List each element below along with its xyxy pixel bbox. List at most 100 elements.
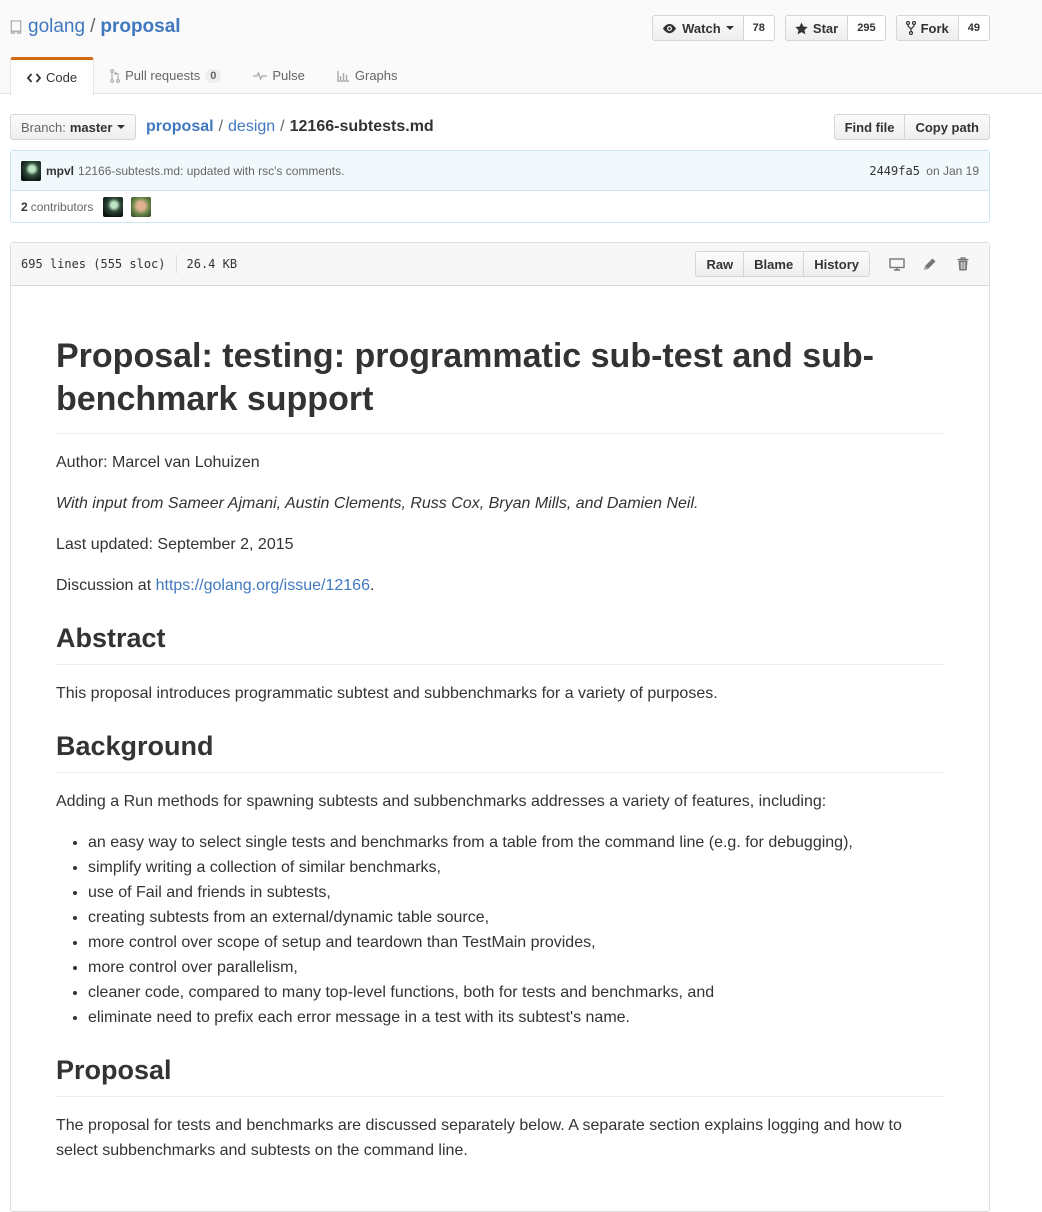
- contributor-avatars: [103, 196, 156, 217]
- star-label: Star: [812, 20, 839, 36]
- doc-title: Proposal: testing: programmatic sub-test…: [56, 335, 944, 434]
- abstract-text: This proposal introduces programmatic su…: [56, 685, 718, 702]
- star-button[interactable]: Star: [784, 15, 849, 41]
- list-item: simplify writing a collection of similar…: [88, 855, 944, 880]
- background-list: an easy way to select single tests and b…: [56, 830, 944, 1030]
- chevron-down-icon: [725, 26, 734, 30]
- file-view-buttons: Raw Blame History: [695, 251, 870, 277]
- repo-icon: [10, 19, 22, 34]
- doc-updated: Last updated: September 2, 2015: [56, 536, 294, 553]
- star-group: Star 295: [784, 15, 886, 41]
- watch-count[interactable]: 78: [743, 15, 775, 41]
- file-navigation: Branch: master proposal / design / 12166…: [10, 114, 990, 140]
- tab-code-label: Code: [46, 70, 78, 85]
- repo-name-link[interactable]: proposal: [100, 16, 180, 38]
- commit-message-link[interactable]: 12166-subtests.md: updated with rsc's co…: [78, 164, 344, 178]
- file-tools: Raw Blame History: [695, 251, 979, 277]
- tab-graphs-label: Graphs: [354, 68, 398, 83]
- copy-path-button[interactable]: Copy path: [905, 114, 990, 140]
- breadcrumb: proposal / design / 12166-subtests.md: [146, 118, 434, 136]
- tab-pulse-label: Pulse: [272, 68, 305, 83]
- file-info: 695 lines (555 sloc) 26.4 KB: [21, 255, 237, 273]
- proposal-heading: Proposal: [56, 1053, 944, 1097]
- branch-prefix: Branch:: [21, 119, 66, 135]
- divider: [175, 255, 177, 273]
- commit-tease: mpvl 12166-subtests.md: updated with rsc…: [11, 151, 989, 191]
- watch-group: Watch 78: [652, 15, 775, 41]
- list-item: an easy way to select single tests and b…: [88, 830, 944, 855]
- branch-name: master: [69, 119, 113, 135]
- repo-nav: Code Pull requests 0 Pulse Graphs: [10, 57, 414, 95]
- breadcrumb-separator: /: [218, 118, 224, 135]
- contributors-label: contributors: [30, 199, 94, 214]
- file-actions: Find file Copy path: [833, 114, 990, 140]
- raw-button[interactable]: Raw: [695, 251, 745, 277]
- file-header: 695 lines (555 sloc) 26.4 KB Raw Blame H…: [11, 243, 989, 286]
- avatar[interactable]: [131, 196, 152, 217]
- list-item: more control over parallelism,: [88, 955, 944, 980]
- tab-graphs[interactable]: Graphs: [321, 57, 414, 94]
- pulse-icon: [253, 70, 268, 81]
- tab-pull-requests[interactable]: Pull requests 0: [94, 57, 237, 94]
- trash-icon[interactable]: [946, 251, 979, 277]
- file-box: 695 lines (555 sloc) 26.4 KB Raw Blame H…: [10, 242, 990, 1212]
- commit-date: on Jan 19: [926, 163, 979, 178]
- history-button[interactable]: History: [804, 251, 870, 277]
- discussion-link[interactable]: https://golang.org/issue/12166: [156, 577, 370, 594]
- repo-owner-link[interactable]: golang: [28, 16, 85, 38]
- doc-author: Author: Marcel van Lohuizen: [56, 454, 260, 471]
- pull-request-icon: [110, 68, 121, 83]
- desktop-icon[interactable]: [880, 251, 913, 277]
- list-item: use of Fail and friends in subtests,: [88, 880, 944, 905]
- fork-label: Fork: [920, 20, 949, 36]
- breadcrumb-current-file: 12166-subtests.md: [289, 118, 434, 135]
- repo-separator: /: [90, 16, 96, 37]
- watch-label: Watch: [682, 20, 721, 36]
- breadcrumb-design-link[interactable]: design: [228, 118, 275, 136]
- contributors-count: 2: [21, 199, 28, 214]
- list-item: eliminate need to prefix each error mess…: [88, 1005, 944, 1030]
- find-file-button[interactable]: Find file: [833, 114, 906, 140]
- tab-pulse[interactable]: Pulse: [237, 57, 321, 94]
- tab-pull-requests-label: Pull requests: [125, 68, 201, 83]
- discussion-prefix: Discussion at: [56, 577, 156, 594]
- chevron-down-icon: [117, 125, 126, 129]
- star-count[interactable]: 295: [848, 15, 886, 41]
- abstract-heading: Abstract: [56, 621, 944, 665]
- doc-input: With input from Sameer Ajmani, Austin Cl…: [56, 495, 699, 512]
- watch-button[interactable]: Watch: [652, 15, 744, 41]
- fork-count[interactable]: 49: [958, 15, 990, 41]
- background-heading: Background: [56, 729, 944, 773]
- commit-sha-link[interactable]: 2449fa5: [869, 164, 920, 178]
- fork-icon: [905, 21, 916, 35]
- commit-author-link[interactable]: mpvl: [46, 164, 74, 178]
- pencil-icon[interactable]: [913, 251, 946, 277]
- doc-discussion: Discussion at https://golang.org/issue/1…: [56, 573, 944, 598]
- fork-group: Fork 49: [895, 15, 990, 41]
- repo-header: golang / proposal Watch 78 Star 295 Fork…: [0, 0, 1042, 95]
- breadcrumb-separator: /: [280, 118, 285, 135]
- code-icon: [27, 72, 41, 83]
- repo-title: golang / proposal: [10, 16, 181, 38]
- contributors-bar[interactable]: 2 contributors: [11, 191, 989, 222]
- repo-actions: Watch 78 Star 295 Fork 49: [652, 15, 990, 41]
- graph-icon: [337, 70, 349, 82]
- list-item: creating subtests from an external/dynam…: [88, 905, 944, 930]
- background-text: Adding a Run methods for spawning subtes…: [56, 793, 827, 810]
- branch-select-button[interactable]: Branch: master: [10, 114, 137, 140]
- discussion-suffix: .: [369, 577, 375, 594]
- commit-box: mpvl 12166-subtests.md: updated with rsc…: [10, 150, 990, 223]
- breadcrumb-root-link[interactable]: proposal: [146, 118, 214, 136]
- eye-icon: [663, 23, 677, 33]
- markdown-body: Proposal: testing: programmatic sub-test…: [56, 287, 944, 1163]
- list-item: more control over scope of setup and tea…: [88, 930, 944, 955]
- star-icon: [795, 21, 808, 34]
- fork-button[interactable]: Fork: [895, 15, 959, 41]
- file-size: 26.4 KB: [186, 257, 238, 271]
- tab-code[interactable]: Code: [10, 57, 95, 95]
- blame-button[interactable]: Blame: [744, 251, 805, 277]
- avatar[interactable]: [21, 160, 41, 181]
- pull-requests-counter: 0: [205, 68, 222, 83]
- avatar[interactable]: [103, 196, 124, 217]
- list-item: cleaner code, compared to many top-level…: [88, 980, 944, 1005]
